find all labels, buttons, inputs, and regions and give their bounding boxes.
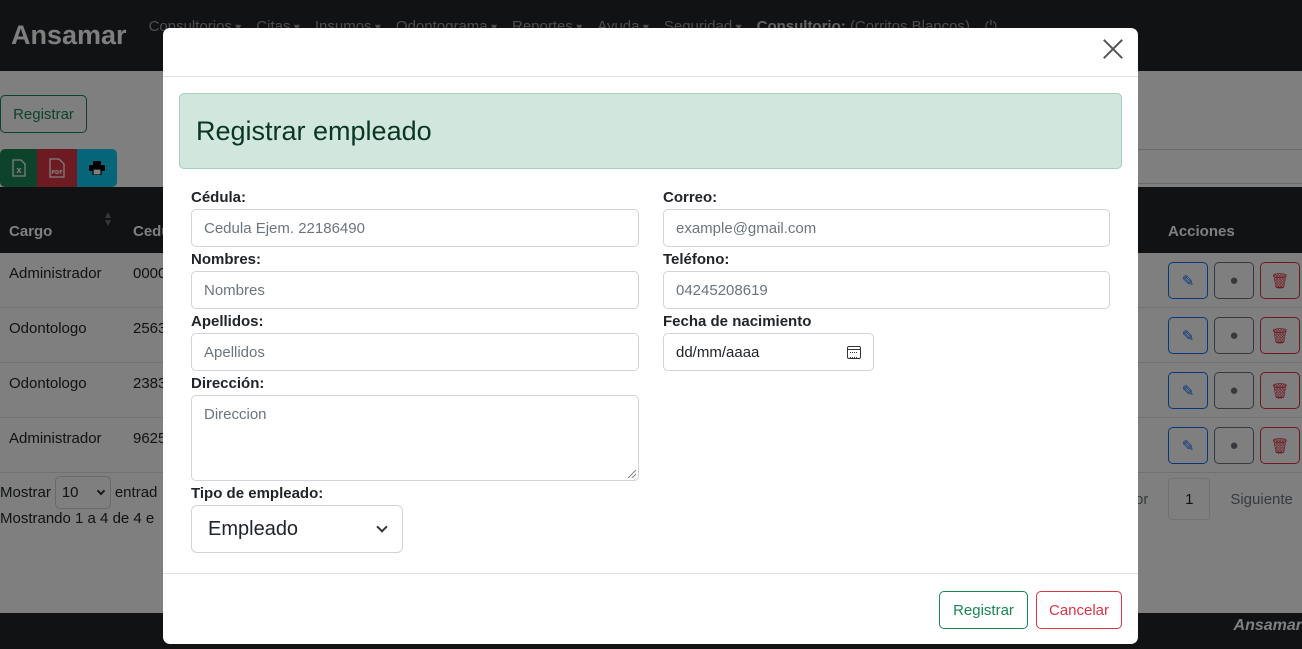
correo-label: Correo: bbox=[663, 189, 718, 206]
register-employee-modal: Registrar empleado Cédula: Cedula Ejem. … bbox=[163, 28, 1138, 644]
direccion-placeholder: Direccion bbox=[204, 406, 267, 423]
calendar-icon[interactable] bbox=[847, 345, 861, 359]
fecha-nacimiento-input[interactable]: dd/mm/aaaa bbox=[663, 333, 874, 371]
correo-input[interactable]: example@gmail.com bbox=[663, 209, 1110, 247]
fecha-nacimiento-label: Fecha de nacimiento bbox=[663, 313, 812, 330]
cedula-label: Cédula: bbox=[191, 189, 247, 206]
cancel-button[interactable]: Cancelar bbox=[1036, 591, 1122, 629]
cedula-input[interactable]: Cedula Ejem. 22186490 bbox=[191, 209, 639, 247]
tipo-empleado-select[interactable]: Empleado bbox=[191, 505, 403, 553]
apellidos-placeholder: Apellidos bbox=[204, 343, 265, 361]
submit-register-button[interactable]: Registrar bbox=[939, 591, 1028, 629]
modal-header bbox=[163, 28, 1138, 77]
nombres-placeholder: Nombres bbox=[204, 281, 265, 299]
nombres-input[interactable]: Nombres bbox=[191, 271, 639, 309]
telefono-input[interactable]: 04245208619 bbox=[663, 271, 1110, 309]
cedula-placeholder: Cedula Ejem. 22186490 bbox=[204, 219, 365, 237]
correo-placeholder: example@gmail.com bbox=[676, 219, 817, 237]
fecha-nacimiento-value: dd/mm/aaaa bbox=[676, 343, 760, 361]
tipo-empleado-label: Tipo de empleado: bbox=[191, 485, 324, 502]
apellidos-input[interactable]: Apellidos bbox=[191, 333, 639, 371]
resize-grip-icon[interactable] bbox=[628, 470, 636, 478]
telefono-label: Teléfono: bbox=[663, 251, 730, 268]
direccion-label: Dirección: bbox=[191, 375, 265, 392]
modal-title: Registrar empleado bbox=[179, 93, 1122, 169]
direccion-textarea[interactable]: Direccion bbox=[191, 395, 639, 481]
close-icon[interactable] bbox=[1102, 38, 1124, 60]
telefono-placeholder: 04245208619 bbox=[676, 281, 768, 299]
chevron-down-icon bbox=[376, 521, 388, 533]
tipo-empleado-value: Empleado bbox=[208, 517, 299, 540]
modal-footer: Registrar Cancelar bbox=[163, 573, 1138, 644]
apellidos-label: Apellidos: bbox=[191, 313, 264, 330]
nombres-label: Nombres: bbox=[191, 251, 262, 268]
